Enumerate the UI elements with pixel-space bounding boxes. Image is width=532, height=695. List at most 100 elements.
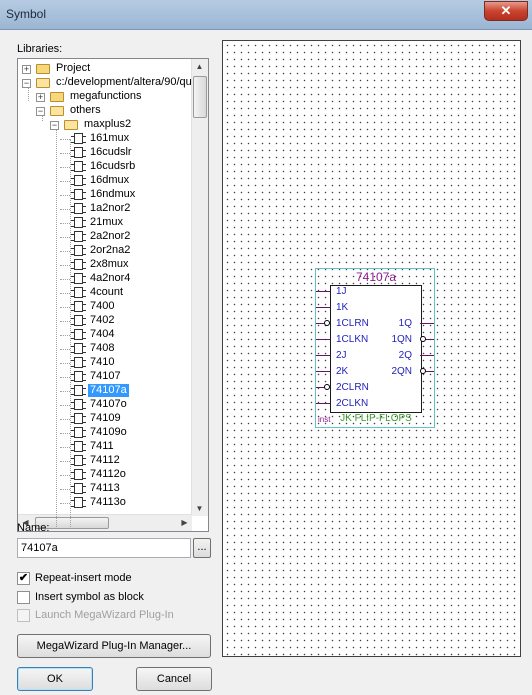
name-input[interactable]: 74107a <box>17 538 191 558</box>
scroll-right-arrow-icon[interactable]: ▶ <box>177 515 192 530</box>
tree-item-symbol[interactable]: 7408 <box>18 342 192 356</box>
tree-item-folder[interactable]: + Project <box>18 62 192 76</box>
repeat-insert-label: Repeat-insert mode <box>35 572 132 584</box>
tree-item-symbol[interactable]: 4count <box>18 286 192 300</box>
tree-item-label: 7410 <box>90 356 115 368</box>
tree-item-symbol[interactable]: 16cudsrb <box>18 160 192 174</box>
tree-item-symbol[interactable]: 2or2na2 <box>18 244 192 258</box>
collapse-icon[interactable]: − <box>22 79 31 88</box>
tree-item-symbol[interactable]: 16ndmux <box>18 188 192 202</box>
tree-item-label: 74109o <box>90 426 127 438</box>
tree-guide-line <box>60 279 70 280</box>
tree-guide-line <box>60 265 70 266</box>
symbol-chip-icon <box>71 203 86 214</box>
tree-guide-line <box>60 321 70 322</box>
input-pin-label: 2CLKN <box>336 398 369 409</box>
tree-item-label: others <box>70 104 101 116</box>
tree-item-symbol[interactable]: 74112 <box>18 454 192 468</box>
browse-button[interactable]: ... <box>193 538 211 558</box>
output-pin-label: 1Q <box>398 318 412 329</box>
tree-guide-line <box>60 237 70 238</box>
tree-item-label: 7408 <box>90 342 115 354</box>
inversion-bubble-icon <box>420 368 426 374</box>
tree-guide-line <box>60 307 70 308</box>
tree-item-label: 74107o <box>90 398 127 410</box>
tree-item-label: 21mux <box>90 216 124 228</box>
tree-item-symbol[interactable]: 74113 <box>18 482 192 496</box>
tree-guide-line <box>60 349 70 350</box>
output-pin-line <box>420 355 434 356</box>
tree-item-symbol[interactable]: 2a2nor2 <box>18 230 192 244</box>
input-pin-label: 2CLRN <box>336 382 369 393</box>
insert-as-block-checkbox[interactable] <box>17 591 30 604</box>
tree-item-folder[interactable]: − maxplus2 <box>18 118 192 132</box>
collapse-icon[interactable]: − <box>50 121 59 130</box>
vertical-scroll-thumb[interactable] <box>193 76 207 118</box>
symbol-dialog: Libraries: ▲ ▼ ◀ ▶ + Project − c:/developme… <box>0 30 532 695</box>
input-pin-label: 2K <box>336 366 349 377</box>
expand-icon[interactable]: + <box>22 65 31 74</box>
symbol-chip-icon <box>71 147 86 158</box>
tree-item-symbol[interactable]: 7404 <box>18 328 192 342</box>
tree-item-folder[interactable]: − others <box>18 104 192 118</box>
input-pin-line <box>316 355 330 356</box>
launch-megawizard-checkbox <box>17 609 30 622</box>
symbol-chip-icon <box>71 469 86 480</box>
symbol-chip-icon <box>71 287 86 298</box>
input-pin-line <box>316 339 330 340</box>
insert-as-block-label: Insert symbol as block <box>35 591 144 603</box>
repeat-insert-checkbox[interactable]: ✔ <box>17 572 30 585</box>
tree-guide-line <box>60 223 70 224</box>
tree-guide-line <box>60 139 70 140</box>
close-button[interactable]: ✕ <box>484 1 528 21</box>
tree-item-symbol[interactable]: 74107a <box>18 384 192 398</box>
tree-item-symbol[interactable]: 2x8mux <box>18 258 192 272</box>
tree-item-symbol[interactable]: 1a2nor2 <box>18 202 192 216</box>
tree-item-symbol[interactable]: 7411 <box>18 440 192 454</box>
tree-item-folder[interactable]: + megafunctions <box>18 90 192 104</box>
symbol-chip-icon <box>71 315 86 326</box>
tree-guide-line <box>60 419 70 420</box>
tree-item-symbol[interactable]: 74112o <box>18 468 192 482</box>
tree-item-symbol[interactable]: 7400 <box>18 300 192 314</box>
tree-item-symbol[interactable]: 74107 <box>18 370 192 384</box>
input-pin-line <box>316 387 324 388</box>
tree-item-symbol[interactable]: 16cudslr <box>18 146 192 160</box>
window-title: Symbol <box>6 7 47 21</box>
tree-vertical-scrollbar[interactable]: ▲ ▼ <box>191 59 208 516</box>
output-pin-line <box>420 323 434 324</box>
folder-open-icon <box>50 106 64 116</box>
symbol-preview-canvas[interactable]: 74107a inst JK FLIP-FLOPS 1J 1K 1CLRN 1CLKN… <box>222 40 521 657</box>
scroll-down-arrow-icon[interactable]: ▼ <box>192 501 207 516</box>
tree-item-label: 16ndmux <box>90 188 136 200</box>
tree-item-symbol[interactable]: 74109o <box>18 426 192 440</box>
cancel-button[interactable]: Cancel <box>136 667 212 691</box>
collapse-icon[interactable]: − <box>36 107 45 116</box>
input-pin-label: 1CLKN <box>336 334 369 345</box>
symbol-chip-icon <box>71 497 86 508</box>
megawizard-manager-button[interactable]: MegaWizard Plug-In Manager... <box>17 634 211 658</box>
tree-guide-line <box>60 391 70 392</box>
library-tree[interactable]: ▲ ▼ ◀ ▶ + Project − c:/development/altera/9… <box>17 58 209 532</box>
tree-item-symbol[interactable]: 7410 <box>18 356 192 370</box>
tree-item-symbol[interactable]: 161mux <box>18 132 192 146</box>
tree-item-symbol[interactable]: 74113o <box>18 496 192 510</box>
tree-guide-line <box>60 475 70 476</box>
tree-item-symbol[interactable]: 7402 <box>18 314 192 328</box>
expand-icon[interactable]: + <box>36 93 45 102</box>
tree-item-symbol[interactable]: 4a2nor4 <box>18 272 192 286</box>
tree-item-symbol[interactable]: 16dmux <box>18 174 192 188</box>
symbol-chip-icon <box>71 441 86 452</box>
tree-item-symbol[interactable]: 74107o <box>18 398 192 412</box>
tree-item-folder[interactable]: − c:/development/altera/90/qu <box>18 76 192 90</box>
symbol-chip-icon <box>71 301 86 312</box>
output-pin-line <box>426 339 434 340</box>
symbol-chip-icon <box>71 343 86 354</box>
tree-item-label: maxplus2 <box>84 118 132 130</box>
scroll-up-arrow-icon[interactable]: ▲ <box>192 59 207 74</box>
tree-item-symbol[interactable]: 74109 <box>18 412 192 426</box>
input-pin-label: 1K <box>336 302 349 313</box>
ok-button[interactable]: OK <box>17 667 93 691</box>
tree-item-label: 74112o <box>90 468 126 480</box>
tree-item-symbol[interactable]: 21mux <box>18 216 192 230</box>
